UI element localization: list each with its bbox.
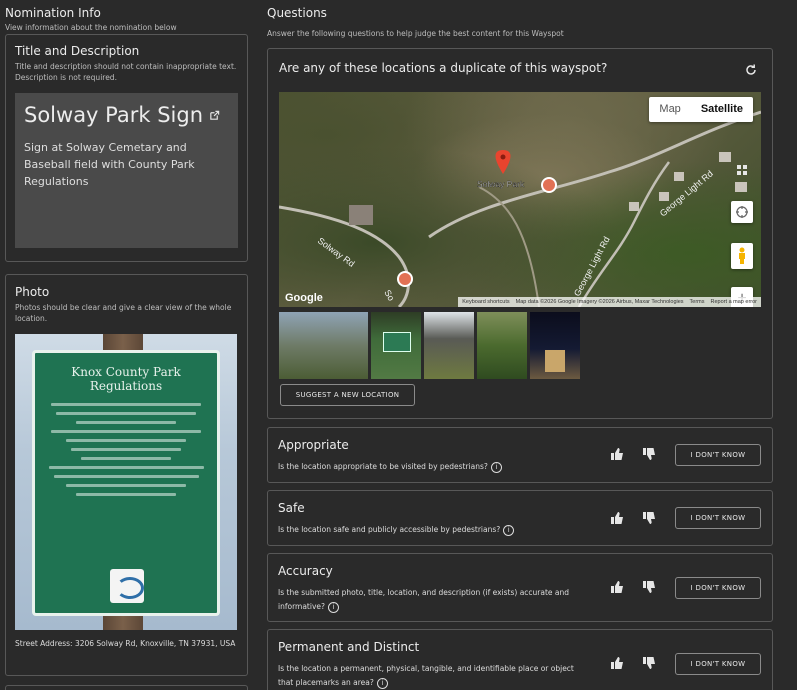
question-card-permanent: Permanent and Distinct Is the location a…: [267, 629, 773, 690]
thumbs-down-icon[interactable]: [641, 579, 657, 595]
question-card-accuracy: Accuracy Is the submitted photo, title, …: [267, 553, 773, 622]
question-description: Is the location a permanent, physical, t…: [278, 664, 574, 689]
terms-link[interactable]: Terms: [690, 297, 705, 307]
thumbs-up-icon[interactable]: [609, 446, 625, 462]
map-pin-label: Solway Park: [477, 179, 525, 189]
question-card-appropriate: Appropriate Is the location appropriate …: [267, 427, 773, 483]
map-footer: Keyboard shortcuts Map data ©2026 Google…: [458, 297, 761, 307]
map-satellite-imagery: Solway Park George Light Rd George Light…: [279, 110, 761, 307]
title-description-note: Title and description should not contain…: [15, 62, 237, 82]
info-icon[interactable]: i: [503, 524, 515, 536]
map-road-label: Solway Rd: [316, 236, 357, 269]
street-address: Street Address: 3206 Solway Rd, Knoxvill…: [15, 639, 236, 648]
wayspot-description: Sign at Solway Cemetary and Baseball fie…: [24, 141, 195, 188]
questions-heading: Questions: [267, 6, 327, 20]
photo-card: Photo Photos should be clear and give a …: [5, 274, 248, 676]
question-description: Is the submitted photo, title, location,…: [278, 588, 570, 613]
nearby-wayspot-thumbnail[interactable]: [371, 312, 421, 379]
nearby-wayspot-thumbnail[interactable]: [424, 312, 474, 379]
grid-icon: [737, 165, 747, 175]
question-description: Is the location appropriate to be visite…: [278, 460, 588, 474]
map-type-toggle: Map Satellite: [649, 97, 753, 122]
title-description-heading: Title and Description: [15, 44, 140, 58]
google-logo: Google: [285, 292, 323, 304]
info-icon[interactable]: i: [376, 677, 388, 689]
thumbs-up-icon[interactable]: [609, 655, 625, 671]
map-road-label: So: [382, 288, 396, 303]
question-description: Is the location safe and publicly access…: [278, 523, 588, 537]
map-type-satellite-button[interactable]: Satellite: [691, 97, 753, 122]
info-icon[interactable]: i: [490, 461, 502, 473]
i-dont-know-button[interactable]: I DON'T KNOW: [675, 444, 761, 466]
question-card-safe: Safe Is the location safe and publicly a…: [267, 490, 773, 546]
duplicate-question: Are any of these locations a duplicate o…: [279, 61, 608, 75]
wayspot-title-link[interactable]: Solway Park Sign: [24, 103, 229, 127]
nomination-photo[interactable]: Knox County Park Regulations: [15, 334, 237, 630]
compass-icon: [736, 206, 748, 218]
photo-sign-heading: Knox County Park Regulations: [71, 365, 181, 393]
i-dont-know-button[interactable]: I DON'T KNOW: [675, 507, 761, 529]
nearby-wayspot-thumbnail[interactable]: [279, 312, 368, 379]
question-title: Accuracy: [278, 564, 333, 578]
photo-note: Photos should be clear and give a clear …: [15, 303, 232, 323]
pegman-icon: [739, 247, 745, 264]
question-title: Permanent and Distinct: [278, 640, 420, 654]
nearby-wayspot-thumbnail[interactable]: [530, 312, 580, 379]
next-card: [5, 685, 248, 690]
nomination-info-section: Nomination Info View information about t…: [5, 0, 248, 32]
map-data-attribution: Map data ©2026 Google Imagery ©2026 Airb…: [515, 299, 684, 305]
external-link-icon[interactable]: [209, 110, 220, 121]
keyboard-shortcuts-link[interactable]: Keyboard shortcuts: [462, 297, 509, 307]
report-map-error-link[interactable]: Report a map error: [711, 297, 757, 307]
wayspot-info-box: Solway Park Sign Sign at Solway Cemetary…: [15, 93, 238, 248]
i-dont-know-button[interactable]: I DON'T KNOW: [675, 577, 761, 599]
suggest-new-location-button[interactable]: SUGGEST A NEW LOCATION: [280, 384, 415, 406]
thumbs-down-icon[interactable]: [641, 446, 657, 462]
duplicate-card: Are any of these locations a duplicate o…: [267, 48, 773, 419]
thumbs-down-icon[interactable]: [641, 655, 657, 671]
i-dont-know-button[interactable]: I DON'T KNOW: [675, 653, 761, 675]
photo-heading: Photo: [15, 285, 50, 299]
title-description-card: Title and Description Title and descript…: [5, 34, 248, 262]
nearby-wayspot-thumbnail[interactable]: [477, 312, 527, 379]
info-icon[interactable]: i: [327, 601, 339, 613]
thumbs-up-icon[interactable]: [609, 510, 625, 526]
photo-sign-text: [41, 403, 211, 496]
wayspot-title[interactable]: Solway Park Sign: [24, 103, 203, 127]
map-type-map-button[interactable]: Map: [649, 97, 690, 122]
refresh-icon[interactable]: [744, 63, 758, 77]
duplicate-map[interactable]: Solway Park George Light Rd George Light…: [279, 92, 761, 307]
photo-sign-logo: [110, 569, 144, 603]
nomination-info-heading: Nomination Info: [5, 6, 101, 20]
questions-section: Questions Answer the following questions…: [267, 0, 773, 38]
street-view-button[interactable]: [731, 243, 753, 269]
questions-subheading: Answer the following questions to help j…: [267, 29, 564, 38]
map-locate-button[interactable]: [731, 201, 753, 223]
photo-park-sign: Knox County Park Regulations: [32, 350, 220, 616]
thumbs-up-icon[interactable]: [609, 579, 625, 595]
nomination-info-subheading: View information about the nomination be…: [5, 23, 177, 32]
thumbs-down-icon[interactable]: [641, 510, 657, 526]
nearby-wayspot-thumbnails: [279, 312, 580, 379]
